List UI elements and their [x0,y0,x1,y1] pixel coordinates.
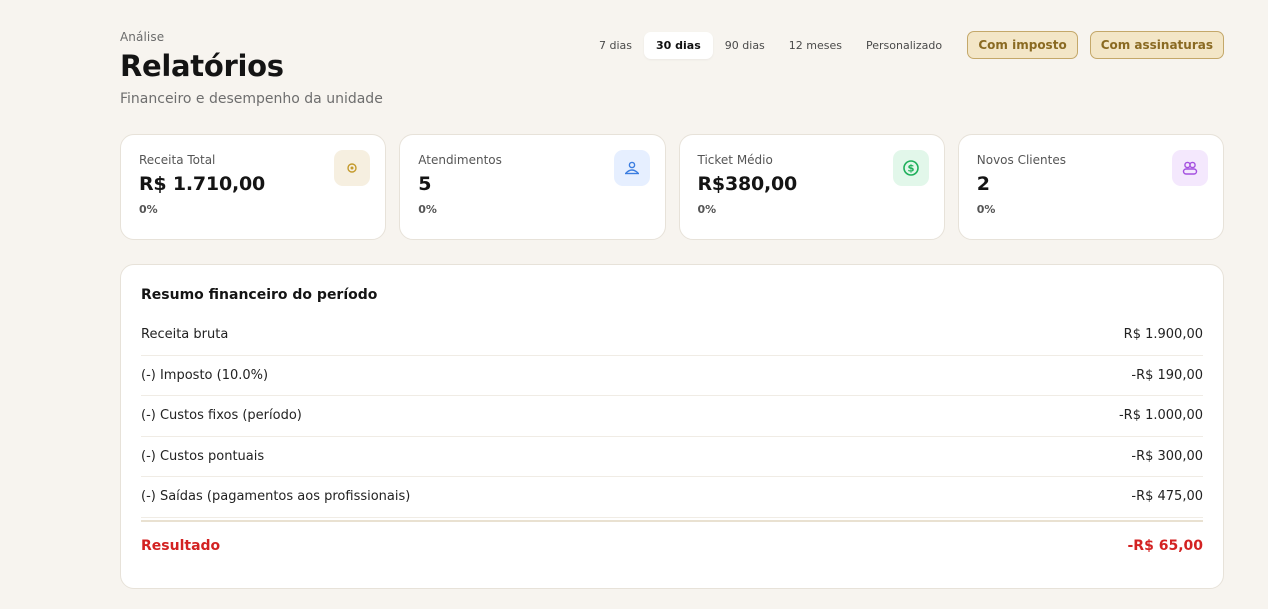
kpi-delta: 0% [418,203,437,216]
page-title: Relatórios [120,49,284,83]
row-label: (-) Custos pontuais [141,448,265,464]
row-value: -R$ 1.000,00 [1118,408,1203,424]
summary-row: (-) Imposto (10.0%) -R$ 190,00 [141,356,1203,396]
result-value: -R$ 65,00 [1127,537,1204,554]
kpi-label: Receita Total [139,153,216,167]
svg-text:$: $ [907,164,914,175]
period-selector: 7 dias 30 dias 90 dias 12 meses Personal… [587,32,954,59]
kpi-value: R$ 1.710,00 [139,173,266,195]
summary-title: Resumo financeiro do período [141,287,378,303]
row-label: (-) Saídas (pagamentos aos profissionais… [141,489,411,505]
row-label: (-) Imposto (10.0%) [141,367,269,383]
section-eyebrow: Análise [120,30,165,44]
summary-row: Receita bruta R$ 1.900,00 [141,315,1203,356]
row-value: -R$ 300,00 [1131,448,1203,464]
kpi-label: Novos Clientes [976,153,1066,167]
summary-row: (-) Custos fixos (período) -R$ 1.000,00 [141,396,1203,437]
kpi-card-novos-clientes: Novos Clientes 2 0% [957,134,1224,240]
tab-30-dias[interactable]: 30 dias [644,32,713,59]
tab-7-dias[interactable]: 7 dias [587,32,644,59]
tab-90-dias[interactable]: 90 dias [713,32,777,59]
kpi-value: 5 [418,173,432,195]
kpi-card-ticket-medio: Ticket Médio R$380,00 0% $ [678,134,945,240]
result-row: Resultado -R$ 65,00 [141,522,1203,570]
summary-row: (-) Saídas (pagamentos aos profissionais… [141,477,1203,518]
with-tax-toggle[interactable]: Com imposto [967,31,1078,59]
users-icon [613,150,650,186]
page-header: Análise Relatórios Financeiro e desempen… [120,30,383,107]
kpi-delta: 0% [139,203,158,216]
page-subtitle: Financeiro e desempenho da unidade [120,91,383,107]
row-value: -R$ 475,00 [1131,489,1203,505]
row-value: -R$ 190,00 [1131,367,1203,383]
kpi-card-atendimentos: Atendimentos 5 0% [399,134,666,240]
row-label: Receita bruta [141,327,229,343]
tab-12-meses[interactable]: 12 meses [777,32,854,59]
tab-personalizado[interactable]: Personalizado [854,32,954,59]
kpi-card-receita-total: Receita Total R$ 1.710,00 0% [120,134,387,240]
kpi-delta: 0% [697,203,717,216]
kpi-delta: 0% [976,203,996,216]
kpi-label: Ticket Médio [697,153,773,167]
financial-summary-card: Resumo financeiro do período Receita bru… [120,264,1224,589]
row-label: (-) Custos fixos (período) [141,408,302,424]
kpi-cards: Receita Total R$ 1.710,00 0% Atendimento… [120,134,1224,240]
reports-page: Análise Relatórios Financeiro e desempen… [0,0,1268,609]
result-label: Resultado [141,537,221,554]
summary-row: (-) Custos pontuais -R$ 300,00 [141,437,1203,477]
people-icon [1172,150,1208,186]
dollar-icon: $ [892,150,929,186]
coin-icon [334,150,371,186]
with-subscriptions-toggle[interactable]: Com assinaturas [1089,31,1224,59]
kpi-value: 2 [976,173,990,195]
kpi-value: R$380,00 [697,173,798,195]
kpi-label: Atendimentos [418,153,502,167]
row-value: R$ 1.900,00 [1123,327,1203,343]
filter-toggles: Com imposto Com assinaturas [967,31,1224,59]
